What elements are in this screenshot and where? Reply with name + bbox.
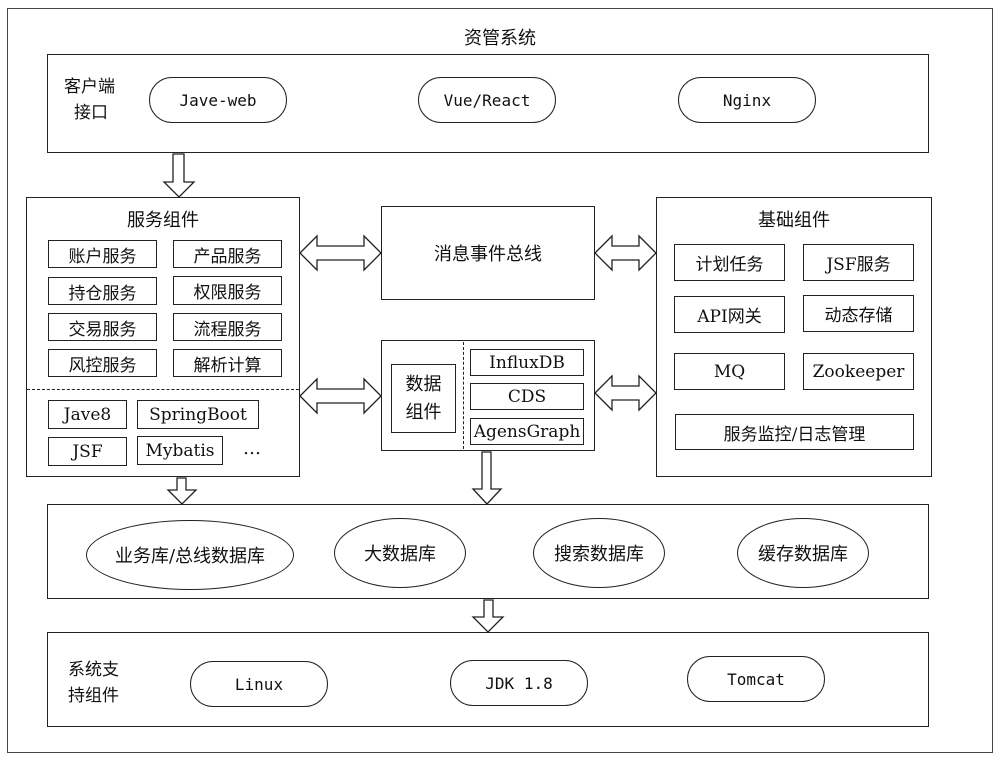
arrow-bus-base <box>594 234 657 272</box>
arrow-data-to-db <box>471 451 503 505</box>
connector-arrows <box>162 153 657 633</box>
arrow-service-to-db <box>166 477 198 505</box>
arrow-db-to-support <box>471 599 505 633</box>
arrow-client-to-service <box>162 153 196 198</box>
arrow-service-data <box>299 377 382 415</box>
arrow-service-bus <box>299 234 382 272</box>
arrow-data-base <box>594 374 657 412</box>
